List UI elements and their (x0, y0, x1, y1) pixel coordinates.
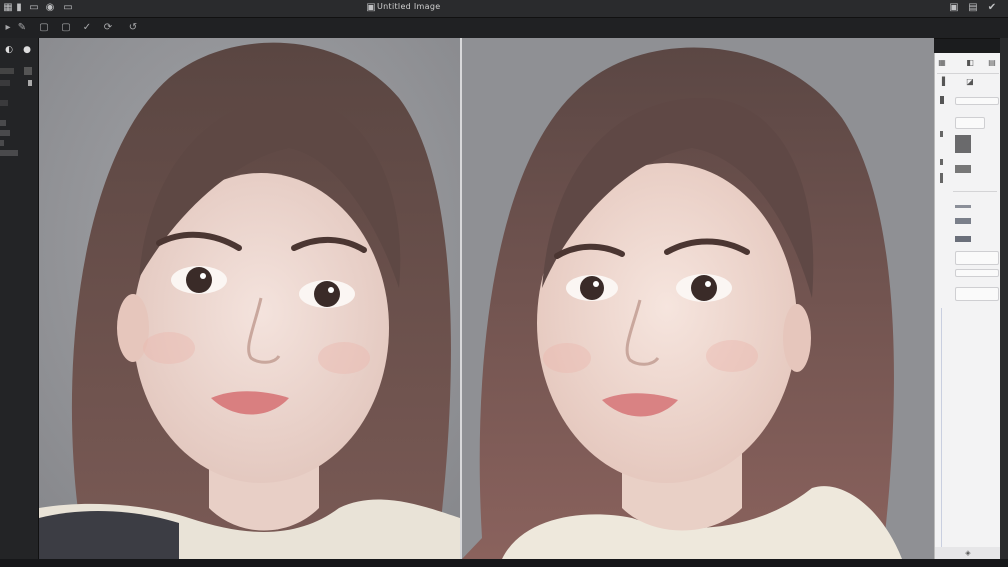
panel-scroll-track[interactable] (941, 308, 942, 548)
footer-icon[interactable]: ◈ (965, 549, 970, 557)
panel-field[interactable] (955, 117, 985, 129)
panel-marker (940, 159, 943, 165)
layers-icon[interactable]: ▦ (937, 58, 947, 68)
swap-icon[interactable]: ▭ (62, 2, 74, 14)
status-bar (0, 559, 1008, 567)
history-icon[interactable]: ▤ (987, 58, 997, 68)
compare-divider[interactable] (460, 38, 462, 559)
camera-icon[interactable]: ▢ (38, 22, 50, 34)
slider-track[interactable] (955, 205, 971, 208)
copy-icon[interactable]: ▭ (28, 2, 40, 14)
panel-row[interactable] (0, 68, 14, 74)
portrait-before (39, 38, 460, 559)
rotate-icon[interactable]: ⟳ (102, 22, 114, 34)
options-bar: ▸ ✎ ▢ ▢ ✓ ⟳ ↺ (0, 18, 1008, 39)
color-swatch[interactable] (955, 135, 971, 153)
panel-field[interactable] (955, 287, 999, 301)
export-icon[interactable]: ▤ (967, 2, 979, 14)
panel-row[interactable] (0, 130, 10, 136)
panel-marker (940, 173, 943, 183)
bookmark-icon[interactable]: ▐ (937, 77, 947, 87)
file-icon[interactable]: ▮ (13, 2, 25, 14)
square-icon[interactable]: ▢ (60, 22, 72, 34)
panel-divider (953, 191, 997, 192)
checkmark-icon[interactable]: ✓ (81, 22, 93, 34)
portrait-after (462, 38, 934, 559)
title-bar: ▦ ▮ ▭ ◉ ▭ ▣ Untitled Image ▣ ▤ ✔ (0, 0, 1008, 18)
panel-row[interactable] (0, 150, 18, 156)
eye-icon[interactable]: ◉ (44, 2, 56, 14)
color-swatch[interactable] (955, 218, 971, 224)
right-properties-panel: ▦ ◧ ▤ ▐ ◪ ◈ (934, 53, 1001, 559)
color-swatch[interactable] (955, 165, 971, 173)
panel-marker (940, 131, 943, 137)
left-tool-panel: ◐ ● (0, 38, 39, 567)
panel-row[interactable] (0, 100, 8, 106)
panel-row[interactable] (0, 140, 4, 146)
color-swatch[interactable] (955, 236, 971, 242)
panel-row[interactable] (0, 120, 6, 126)
panel-marker (940, 96, 944, 104)
crop-icon[interactable]: ▣ (948, 2, 960, 14)
panel-field[interactable] (955, 97, 999, 105)
circle-icon[interactable]: ● (21, 44, 33, 56)
image-icon: ▣ (366, 2, 376, 13)
adjust-icon[interactable]: ◧ (965, 58, 975, 68)
brush-icon[interactable]: ▸ (2, 22, 14, 34)
pencil-icon[interactable]: ✎ (16, 22, 28, 34)
lasso-icon[interactable]: ↺ (127, 22, 139, 34)
right-scrollbar[interactable] (1000, 38, 1008, 559)
check-icon[interactable]: ✔ (986, 2, 998, 14)
window-title: Untitled Image (377, 2, 441, 11)
brush-settings-icon[interactable]: ◪ (965, 77, 975, 87)
panel-footer: ◈ (935, 547, 1001, 559)
toggle-icon[interactable]: ◐ (3, 44, 15, 56)
image-canvas[interactable] (39, 38, 934, 559)
panel-field[interactable] (955, 269, 999, 277)
panel-row[interactable] (0, 80, 10, 86)
panel-field[interactable] (955, 251, 999, 265)
panel-divider (937, 73, 999, 74)
panel-dot[interactable] (28, 80, 32, 86)
panel-swatch[interactable] (24, 67, 32, 75)
